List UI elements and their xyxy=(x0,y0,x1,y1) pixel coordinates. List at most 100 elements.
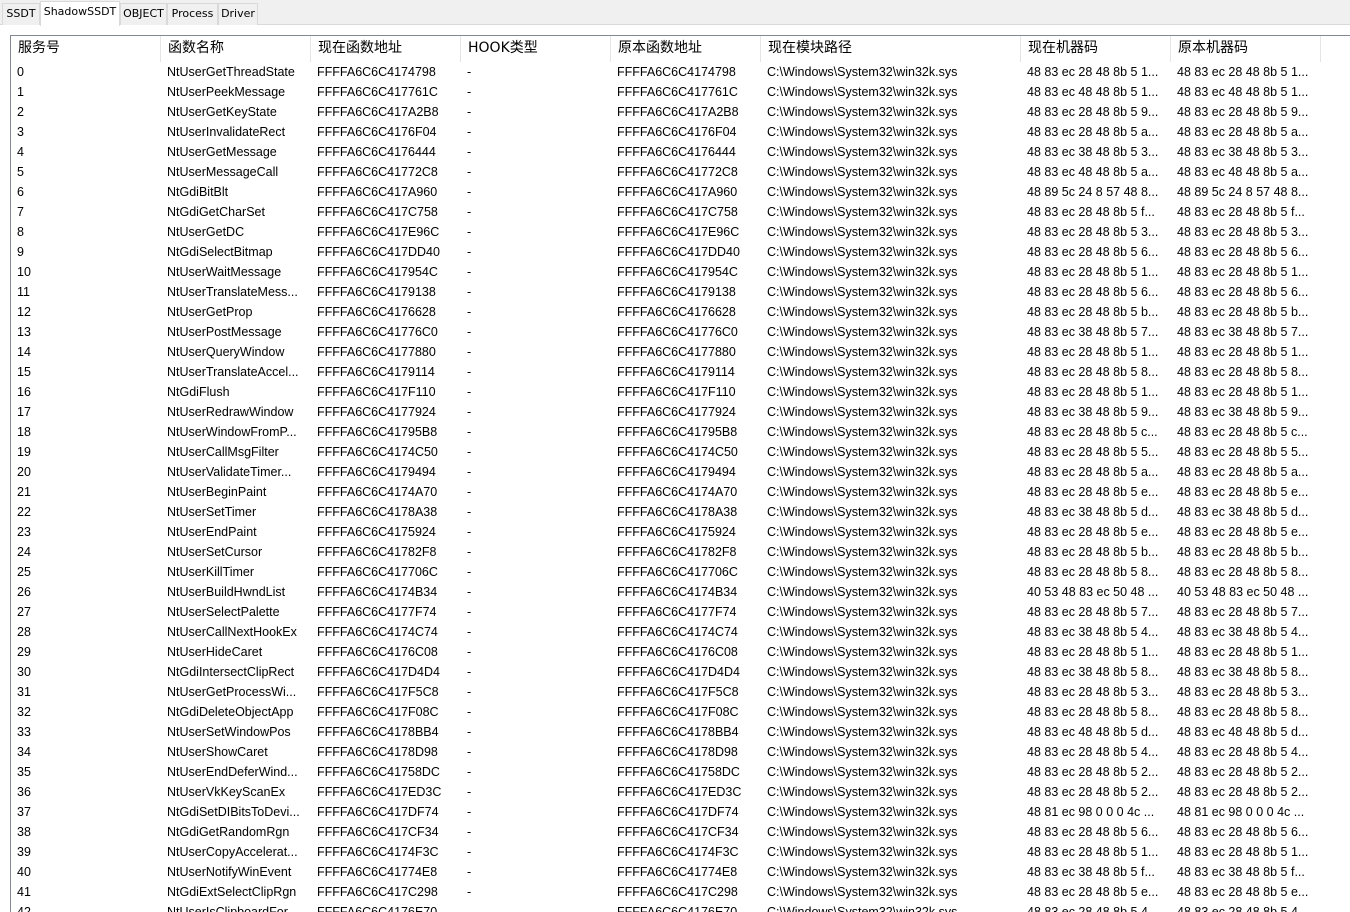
current-address-cell: FFFFA6C6C4177880 xyxy=(317,345,436,359)
table-row[interactable]: 10 NtUserWaitMessage FFFFA6C6C417954C - FFFF… xyxy=(11,262,1350,282)
table-row[interactable]: 14 NtUserQueryWindow FFFFA6C6C4177880 - FFFF… xyxy=(11,342,1350,362)
column-header-module-path[interactable]: 现在模块路径 xyxy=(761,36,1021,62)
module-path-cell: C:\Windows\System32\win32k.sys xyxy=(767,585,958,599)
table-row[interactable]: 25 NtUserKillTimer FFFFA6C6C417706C - FFFFA6… xyxy=(11,562,1350,582)
table-row[interactable]: 21 NtUserBeginPaint FFFFA6C6C4174A70 - FFFFA… xyxy=(11,482,1350,502)
current-address-cell: FFFFA6C6C417DF74 xyxy=(317,805,439,819)
table-row[interactable]: 6 NtGdiBitBlt FFFFA6C6C417A960 - FFFFA6C6C41… xyxy=(11,182,1350,202)
table-row[interactable]: 18 NtUserWindowFromP... FFFFA6C6C41795B8 - F… xyxy=(11,422,1350,442)
table-row[interactable]: 28 NtUserCallNextHookEx FFFFA6C6C4174C74 - F… xyxy=(11,622,1350,642)
module-path-cell: C:\Windows\System32\win32k.sys xyxy=(767,785,958,799)
original-machine-code-cell: 48 83 ec 48 48 8b 5 1... xyxy=(1177,85,1309,99)
column-header-original-address[interactable]: 原本函数地址 xyxy=(611,36,761,62)
column-header-current-machine-code[interactable]: 现在机器码 xyxy=(1021,36,1171,62)
original-machine-code-cell: 48 83 ec 28 48 8b 5 b... xyxy=(1177,305,1309,319)
original-address-cell: FFFFA6C6C417ED3C xyxy=(617,785,742,799)
current-machine-code-cell: 48 83 ec 48 48 8b 5 1... xyxy=(1027,85,1159,99)
current-machine-code-cell: 48 83 ec 28 48 8b 5 3... xyxy=(1027,225,1159,239)
column-header-hook-type[interactable]: HOOK类型 xyxy=(461,36,611,62)
table-row[interactable]: 23 NtUserEndPaint FFFFA6C6C4175924 - FFFFA6C… xyxy=(11,522,1350,542)
table-row[interactable]: 35 NtUserEndDeferWind... FFFFA6C6C41758DC -… xyxy=(11,762,1350,782)
hook-type-cell: - xyxy=(467,525,472,539)
table-row[interactable]: 20 NtUserValidateTimer... FFFFA6C6C4179494… xyxy=(11,462,1350,482)
current-machine-code-cell: 48 83 ec 28 48 8b 5 4... xyxy=(1027,905,1159,912)
table-row[interactable]: 29 NtUserHideCaret FFFFA6C6C4176C08 - FFFFA6… xyxy=(11,642,1350,662)
table-row[interactable]: 16 NtGdiFlush FFFFA6C6C417F110 - FFFFA6C6C41… xyxy=(11,382,1350,402)
tab-panel: 服务号 函数名称 现在函数地址 HOOK类型 原本函数地址 现在模块路径 现在机… xyxy=(0,25,1350,912)
service-id-cell: 42 xyxy=(17,905,31,912)
tab-process[interactable]: Process xyxy=(167,3,218,25)
table-row[interactable]: 19 NtUserCallMsgFilter FFFFA6C6C4174C50 - FF… xyxy=(11,442,1350,462)
table-row[interactable]: 40 NtUserNotifyWinEvent FFFFA6C6C41774E8 - F… xyxy=(11,862,1350,882)
function-name-cell: NtUserCallNextHookEx xyxy=(167,625,297,639)
hook-type-cell: - xyxy=(467,565,472,579)
table-row[interactable]: 32 NtGdiDeleteObjectApp FFFFA6C6C417F08C - F… xyxy=(11,702,1350,722)
table-row[interactable]: 31 NtUserGetProcessWi... FFFFA6C6C417F5C8 -… xyxy=(11,682,1350,702)
table-row[interactable]: 3 NtUserInvalidateRect FFFFA6C6C4176F04 - FF… xyxy=(11,122,1350,142)
table-row[interactable]: 1 NtUserPeekMessage FFFFA6C6C417761C - FFFFA… xyxy=(11,82,1350,102)
current-machine-code-cell: 48 83 ec 28 48 8b 5 1... xyxy=(1027,265,1159,279)
original-machine-code-cell: 48 83 ec 28 48 8b 5 1... xyxy=(1177,65,1309,79)
original-machine-code-cell: 48 83 ec 28 48 8b 5 9... xyxy=(1177,105,1309,119)
table-row[interactable]: 12 NtUserGetProp FFFFA6C6C4176628 - FFFFA6C6… xyxy=(11,302,1350,322)
table-row[interactable]: 34 NtUserShowCaret FFFFA6C6C4178D98 - FFFFA6… xyxy=(11,742,1350,762)
table-row[interactable]: 2 NtUserGetKeyState FFFFA6C6C417A2B8 - FFFFA… xyxy=(11,102,1350,122)
service-id-cell: 39 xyxy=(17,845,31,859)
column-header-function-name[interactable]: 函数名称 xyxy=(161,36,311,62)
original-address-cell: FFFFA6C6C4177924 xyxy=(617,405,736,419)
hook-type-cell: - xyxy=(467,405,472,419)
current-machine-code-cell: 48 83 ec 38 48 8b 5 f... xyxy=(1027,865,1155,879)
original-machine-code-cell: 48 83 ec 38 48 8b 5 f... xyxy=(1177,865,1305,879)
table-row[interactable]: 36 NtUserVkKeyScanEx FFFFA6C6C417ED3C - FFFF… xyxy=(11,782,1350,802)
original-address-cell: FFFFA6C6C4176F04 xyxy=(617,125,737,139)
table-row[interactable]: 39 NtUserCopyAccelerat... FFFFA6C6C4174F3C… xyxy=(11,842,1350,862)
shadowssdt-list[interactable]: 服务号 函数名称 现在函数地址 HOOK类型 原本函数地址 现在模块路径 现在机… xyxy=(10,35,1350,912)
table-row[interactable]: 0 NtUserGetThreadState FFFFA6C6C4174798 - FF… xyxy=(11,62,1350,82)
service-id-cell: 7 xyxy=(17,205,24,219)
table-row[interactable]: 7 NtGdiGetCharSet FFFFA6C6C417C758 - FFFFA6C… xyxy=(11,202,1350,222)
current-address-cell: FFFFA6C6C417954C xyxy=(317,265,438,279)
function-name-cell: NtUserSelectPalette xyxy=(167,605,280,619)
column-header-current-address[interactable]: 现在函数地址 xyxy=(311,36,461,62)
current-machine-code-cell: 48 83 ec 28 48 8b 5 4... xyxy=(1027,745,1159,759)
module-path-cell: C:\Windows\System32\win32k.sys xyxy=(767,745,958,759)
current-machine-code-cell: 48 83 ec 28 48 8b 5 c... xyxy=(1027,425,1158,439)
tab-shadowssdt[interactable]: ShadowSSDT xyxy=(40,1,120,26)
tab-driver[interactable]: Driver xyxy=(218,3,258,25)
service-id-cell: 24 xyxy=(17,545,31,559)
table-row[interactable]: 8 NtUserGetDC FFFFA6C6C417E96C - FFFFA6C6C41… xyxy=(11,222,1350,242)
table-row[interactable]: 26 NtUserBuildHwndList FFFFA6C6C4174B34 - FF… xyxy=(11,582,1350,602)
table-row[interactable]: 22 NtUserSetTimer FFFFA6C6C4178A38 - FFFFA6C… xyxy=(11,502,1350,522)
hook-type-cell: - xyxy=(467,205,472,219)
table-row[interactable]: 33 NtUserSetWindowPos FFFFA6C6C4178BB4 - FFF… xyxy=(11,722,1350,742)
table-row[interactable]: 5 NtUserMessageCall FFFFA6C6C41772C8 - FFFFA… xyxy=(11,162,1350,182)
table-row[interactable]: 11 NtUserTranslateMess... FFFFA6C6C4179138… xyxy=(11,282,1350,302)
table-row[interactable]: 4 NtUserGetMessage FFFFA6C6C4176444 - FFFFA6… xyxy=(11,142,1350,162)
hook-type-cell: - xyxy=(467,145,472,159)
table-row[interactable]: 24 NtUserSetCursor FFFFA6C6C41782F8 - FFFFA6… xyxy=(11,542,1350,562)
table-row[interactable]: 38 NtGdiGetRandomRgn FFFFA6C6C417CF34 - FFFF… xyxy=(11,822,1350,842)
column-header-original-machine-code[interactable]: 原本机器码 xyxy=(1171,36,1321,62)
table-row[interactable]: 13 NtUserPostMessage FFFFA6C6C41776C0 - FFFF… xyxy=(11,322,1350,342)
table-row[interactable]: 9 NtGdiSelectBitmap FFFFA6C6C417DD40 - FFFFA… xyxy=(11,242,1350,262)
table-row[interactable]: 27 NtUserSelectPalette FFFFA6C6C4177F74 - FF… xyxy=(11,602,1350,622)
tab-ssdt[interactable]: SSDT xyxy=(2,3,40,25)
original-address-cell: FFFFA6C6C417CF34 xyxy=(617,825,739,839)
table-row[interactable]: 30 NtGdiIntersectClipRect FFFFA6C6C417D4D4… xyxy=(11,662,1350,682)
table-row[interactable]: 17 NtUserRedrawWindow FFFFA6C6C4177924 - FFF… xyxy=(11,402,1350,422)
tab-object[interactable]: OBJECT xyxy=(120,3,167,25)
table-row[interactable]: 41 NtGdiExtSelectClipRgn FFFFA6C6C417C298 -… xyxy=(11,882,1350,902)
current-machine-code-cell: 48 83 ec 28 48 8b 5 6... xyxy=(1027,245,1159,259)
original-address-cell: FFFFA6C6C417DD40 xyxy=(617,245,740,259)
column-header-service-id[interactable]: 服务号 xyxy=(11,36,161,62)
table-row[interactable]: 37 NtGdiSetDIBitsToDevi... FFFFA6C6C417DF7… xyxy=(11,802,1350,822)
hook-type-cell: - xyxy=(467,585,472,599)
table-row[interactable]: 15 NtUserTranslateAccel... FFFFA6C6C417911… xyxy=(11,362,1350,382)
current-machine-code-cell: 48 83 ec 38 48 8b 5 8... xyxy=(1027,665,1159,679)
function-name-cell: NtUserPostMessage xyxy=(167,325,282,339)
original-address-cell: FFFFA6C6C4174C50 xyxy=(617,445,738,459)
current-machine-code-cell: 48 81 ec 98 0 0 0 4c ... xyxy=(1027,805,1155,819)
service-id-cell: 36 xyxy=(17,785,31,799)
module-path-cell: C:\Windows\System32\win32k.sys xyxy=(767,565,958,579)
table-row[interactable]: 42 NtUserIsClipboardFor... FFFFA6C6C4176E7… xyxy=(11,902,1350,912)
